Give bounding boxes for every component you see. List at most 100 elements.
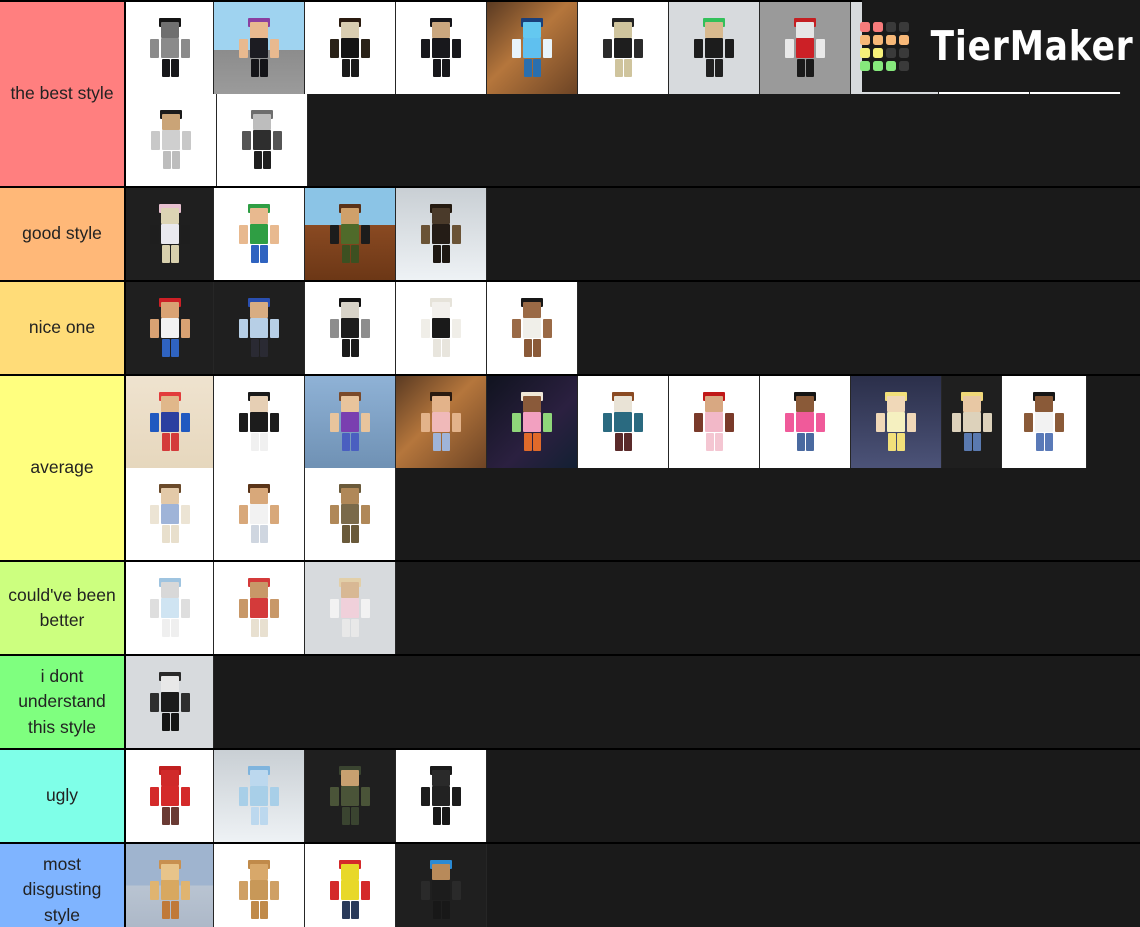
avatar-figure bbox=[509, 16, 555, 80]
tier-item-teddy-bear-black-armor-avatar[interactable] bbox=[578, 2, 669, 94]
avatar-thumbnail bbox=[396, 188, 486, 280]
avatar-thumbnail bbox=[214, 188, 304, 280]
tier-item-blue-shirt-blue-hair-avatar[interactable] bbox=[214, 282, 305, 374]
tier-item-red-hair-pink-gown-avatar[interactable] bbox=[669, 376, 760, 468]
avatar-figure bbox=[147, 202, 193, 266]
tier-item-brown-hair-white-tank-avatar[interactable] bbox=[214, 468, 305, 560]
avatar-figure bbox=[418, 858, 464, 922]
tier-label-5[interactable]: i dont understand this style bbox=[0, 656, 126, 748]
tier-item-red-balloon-head-yellow-shirt-avatar[interactable] bbox=[305, 844, 396, 927]
tier-item-cat-face-head-brown-body-avatar[interactable] bbox=[214, 844, 305, 927]
avatar-figure bbox=[147, 390, 193, 454]
avatar-figure bbox=[327, 16, 373, 80]
avatar-figure bbox=[236, 202, 282, 266]
tier-item-black-tactical-gear-avatar[interactable] bbox=[396, 750, 487, 842]
avatar-thumbnail bbox=[760, 376, 850, 468]
avatar-thumbnail bbox=[851, 2, 938, 94]
tier-item-long-blonde-hair-yellow-outfit-avatar[interactable] bbox=[851, 376, 942, 468]
tier-item-blonde-hair-beige-sweater-avatar[interactable] bbox=[942, 376, 1002, 468]
tier-item-tv-head-black-white-lace-avatar[interactable] bbox=[126, 656, 214, 748]
tier-item-black-wings-white-crown-avatar[interactable] bbox=[305, 282, 396, 374]
tier-item-sandy-bucket-hat-tan-outfit-avatar[interactable] bbox=[305, 468, 396, 560]
avatar-figure bbox=[327, 576, 373, 640]
tier-item-purple-hair-cat-ears-black-top-avatar[interactable] bbox=[214, 2, 305, 94]
avatar-figure bbox=[327, 296, 373, 360]
tier-item-red-star-shirt-red-cap-avatar[interactable] bbox=[760, 2, 851, 94]
tier-item-black-fluffy-hair-emo-avatar[interactable] bbox=[1030, 2, 1121, 94]
tier-label-7[interactable]: most disgusting style bbox=[0, 844, 126, 927]
tier-list-board: TierMaker the best style good style nice o… bbox=[0, 0, 1140, 927]
tier-row: average bbox=[0, 376, 1140, 562]
tier-row: most disgusting style bbox=[0, 844, 1140, 927]
avatar-figure bbox=[327, 858, 373, 922]
avatar-thumbnail bbox=[214, 468, 304, 560]
tier-item-glasses-pink-top-jeans-avatar[interactable] bbox=[396, 376, 487, 468]
tier-item-sunglasses-beard-grey-suit-avatar[interactable] bbox=[126, 94, 217, 186]
avatar-thumbnail bbox=[305, 2, 395, 94]
avatar-thumbnail bbox=[214, 2, 304, 94]
avatar-figure bbox=[1052, 16, 1098, 80]
avatar-figure bbox=[327, 482, 373, 546]
tier-rows-container: the best style good style nice one average c… bbox=[0, 0, 1140, 927]
avatar-thumbnail bbox=[1002, 376, 1086, 468]
avatar-figure bbox=[147, 576, 193, 640]
avatar-figure bbox=[327, 764, 373, 828]
avatar-figure bbox=[418, 16, 464, 80]
tier-item-rainbow-feathers-scene-avatar[interactable] bbox=[669, 2, 760, 94]
avatar-thumbnail bbox=[126, 844, 213, 927]
tier-row: the best style bbox=[0, 0, 1140, 188]
tier-item-afro-hair-white-top-avatar[interactable] bbox=[487, 282, 578, 374]
tier-item-black-winged-gold-detail-avatar[interactable] bbox=[396, 188, 487, 280]
tier-item-mario-and-luigi-duo-avatar[interactable] bbox=[214, 188, 305, 280]
avatar-figure bbox=[236, 482, 282, 546]
tier-item-red-logo-black-jacket-avatar[interactable] bbox=[305, 2, 396, 94]
tier-row: could've been better bbox=[0, 562, 1140, 656]
avatar-figure bbox=[509, 390, 555, 454]
tier-item-silver-knight-wings-avatar[interactable] bbox=[217, 94, 308, 186]
tier-item-rainbow-wings-black-outfit-avatar[interactable] bbox=[396, 844, 487, 927]
avatar-figure bbox=[961, 16, 1007, 80]
tier-item-burger-costume-avatar[interactable] bbox=[126, 844, 214, 927]
tier-item-rainbow-tie-dye-party-avatar[interactable] bbox=[487, 376, 578, 468]
tier-item-red-shirt-brown-pants-avatar[interactable] bbox=[126, 750, 214, 842]
avatar-thumbnail bbox=[217, 94, 307, 186]
tier-item-purple-jacket-bear-head-avatar[interactable] bbox=[939, 2, 1030, 94]
tier-item-pink-pigtails-maid-outfit-avatar[interactable] bbox=[126, 188, 214, 280]
tier-label-0[interactable]: the best style bbox=[0, 2, 126, 186]
tier-label-6[interactable]: ugly bbox=[0, 750, 126, 842]
avatar-thumbnail bbox=[305, 750, 395, 842]
avatar-figure bbox=[147, 670, 193, 734]
tier-item-grey-cat-hood-blue-dress-avatar[interactable] bbox=[126, 562, 214, 654]
tier-row: good style bbox=[0, 188, 1140, 282]
tier-items-7 bbox=[126, 844, 1140, 927]
avatar-figure bbox=[418, 764, 464, 828]
tier-item-blonde-pigtails-pink-hoodie-avatar[interactable] bbox=[305, 562, 396, 654]
tier-item-pink-crop-top-afro-avatar[interactable] bbox=[760, 376, 851, 468]
tier-item-blue-graphic-tee-long-black-hair-avatar[interactable] bbox=[851, 2, 939, 94]
tier-item-cat-ear-headphones-girl-avatar[interactable] bbox=[305, 376, 396, 468]
avatar-thumbnail bbox=[214, 844, 304, 927]
tier-label-2[interactable]: nice one bbox=[0, 282, 126, 374]
tier-item-blue-fox-furry-pair-avatar[interactable] bbox=[487, 2, 578, 94]
tier-item-brown-hair-teal-jacket-avatar[interactable] bbox=[578, 376, 669, 468]
tier-item-rainbow-afro-clown-avatar[interactable] bbox=[126, 376, 214, 468]
tier-item-black-hair-white-crop-denim-avatar[interactable] bbox=[1002, 376, 1087, 468]
avatar-thumbnail bbox=[942, 376, 1001, 468]
tier-item-red-cap-noob-style-avatar[interactable] bbox=[126, 282, 214, 374]
tier-label-3[interactable]: average bbox=[0, 376, 126, 560]
tier-item-mushroom-hat-red-dress-avatar[interactable] bbox=[214, 562, 305, 654]
tier-label-1[interactable]: good style bbox=[0, 188, 126, 280]
tier-item-white-bunny-floral-crown-avatar[interactable] bbox=[396, 282, 487, 374]
tier-item-antler-hat-blue-pajamas-avatar[interactable] bbox=[214, 750, 305, 842]
avatar-thumbnail bbox=[214, 750, 304, 842]
tier-item-camo-outfit-brown-hair-avatar[interactable] bbox=[305, 188, 396, 280]
tier-item-army-green-soldier-avatar[interactable] bbox=[305, 750, 396, 842]
tier-item-black-beret-black-dress-avatar[interactable] bbox=[214, 376, 305, 468]
tier-item-all-black-outfit-white-shoes-avatar[interactable] bbox=[396, 2, 487, 94]
tier-label-4[interactable]: could've been better bbox=[0, 562, 126, 654]
avatar-figure bbox=[236, 858, 282, 922]
tier-item-hanger-pastel-outfit-avatar[interactable] bbox=[126, 468, 214, 560]
tier-items-1 bbox=[126, 188, 1140, 280]
tier-item-black-spiky-hair-grey-hoodie-avatar[interactable] bbox=[126, 2, 214, 94]
avatar-figure bbox=[148, 108, 194, 172]
